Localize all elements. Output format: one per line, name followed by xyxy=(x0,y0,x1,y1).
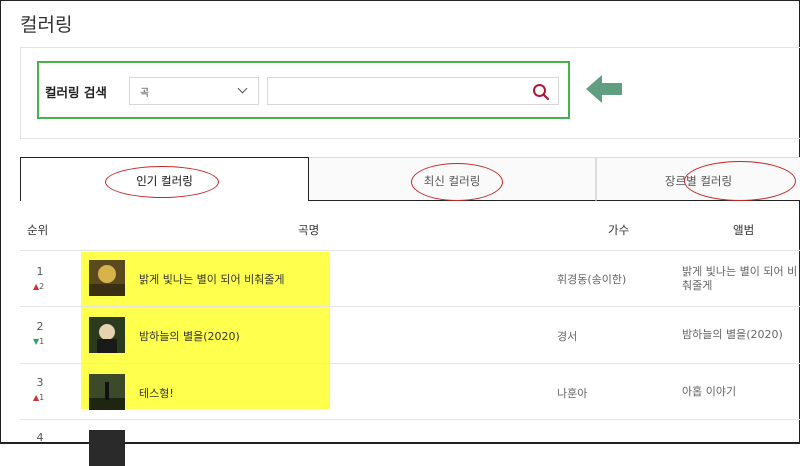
album-name[interactable]: 밤하늘의 별을(2020) xyxy=(682,328,800,342)
artist-name[interactable]: 나훈아 xyxy=(557,385,587,401)
search-field xyxy=(267,77,559,105)
rank-change: ▲1 xyxy=(33,393,45,402)
album-thumbnail[interactable] xyxy=(89,374,125,410)
search-label: 컬러링 검색 xyxy=(45,85,107,100)
artist-name[interactable]: 경서 xyxy=(557,328,577,344)
search-icon[interactable] xyxy=(530,81,552,103)
tab-latest[interactable]: 최신 컬러링 xyxy=(309,157,596,201)
search-type-select[interactable]: 곡 xyxy=(129,77,259,105)
header-divider xyxy=(20,250,800,251)
left-arrow-icon xyxy=(586,75,622,103)
album-thumbnail[interactable] xyxy=(89,317,125,353)
header-album: 앨범 xyxy=(733,223,755,237)
artist-name[interactable]: 휘경동(송이한) xyxy=(557,271,626,287)
rank-change: ▼1 xyxy=(33,337,45,346)
tab-genre[interactable]: 장르별 컬러링 xyxy=(596,157,800,201)
rank-number: 2 xyxy=(36,320,44,333)
song-title[interactable]: 밤하늘의 별을(2020) xyxy=(139,328,240,344)
row-divider xyxy=(20,419,800,420)
rank-number: 4 xyxy=(36,431,44,444)
row-divider xyxy=(20,306,800,307)
search-box: 컬러링 검색 곡 xyxy=(37,61,570,119)
rank-change: ▲2 xyxy=(33,282,45,291)
album-name[interactable]: 밝게 빛나는 별이 되어 비춰줄게 xyxy=(682,265,800,293)
tab-latest-label: 최신 컬러링 xyxy=(423,174,481,188)
rank-number: 3 xyxy=(36,376,44,389)
row-divider xyxy=(20,363,800,364)
tab-popular[interactable]: 인기 컬러링 xyxy=(20,157,309,201)
song-title[interactable]: 밝게 빛나는 별이 되어 비춰줄게 xyxy=(139,271,285,287)
tab-genre-label: 장르별 컬러링 xyxy=(664,174,733,188)
album-name[interactable]: 아홉 이야기 xyxy=(682,385,800,399)
header-song: 곡명 xyxy=(298,223,320,237)
chevron-down-icon xyxy=(237,83,248,94)
album-thumbnail[interactable] xyxy=(89,430,125,466)
album-thumbnail[interactable] xyxy=(89,260,125,296)
tab-popular-label: 인기 컬러링 xyxy=(136,174,193,188)
rank-number: 1 xyxy=(36,265,44,278)
header-artist: 가수 xyxy=(608,223,630,237)
search-input[interactable] xyxy=(274,79,528,105)
tab-bar: 인기 컬러링 최신 컬러링 장르별 컬러링 xyxy=(20,157,800,201)
song-title[interactable]: 테스형! xyxy=(139,385,174,401)
search-type-value: 곡 xyxy=(140,88,150,99)
page-title: 컬러링 xyxy=(20,14,73,36)
header-rank: 순위 xyxy=(27,223,49,237)
